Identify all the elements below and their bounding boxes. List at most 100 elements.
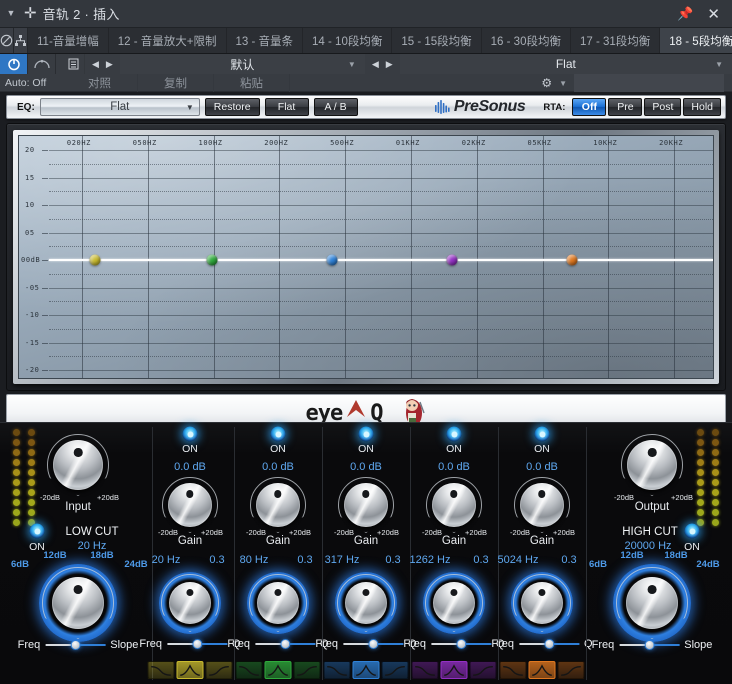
tab-12[interactable]: 12 - 音量放大+限制 (108, 28, 227, 53)
band-4-shape-bell[interactable] (440, 661, 468, 679)
high-cut-mode-slider[interactable]: Freq Slope (592, 639, 713, 651)
ab-button[interactable]: A / B (313, 98, 358, 116)
band-3-shape-bell[interactable] (352, 661, 380, 679)
tab-11[interactable]: 11-音量增幅 (28, 28, 109, 53)
rta-off-button[interactable]: Off (572, 98, 607, 116)
band-1-shape-high-shelf[interactable] (205, 661, 233, 679)
band-3-shape-low-shelf[interactable] (323, 661, 351, 679)
band-1-mode-slider[interactable]: Freq Q (139, 638, 240, 650)
band-3-on-button[interactable] (358, 426, 374, 442)
band-3-mode-slider[interactable]: Freq Q (315, 638, 416, 650)
led-segment (13, 479, 21, 486)
band-2-gain-knob[interactable] (256, 483, 300, 527)
window-title: 音轨 2 · 插入 (42, 7, 120, 22)
band-4-on-button[interactable] (446, 426, 462, 442)
band-1-gain-knob[interactable] (168, 483, 212, 527)
slider-track-right (653, 644, 680, 646)
led-segment (711, 459, 719, 466)
tab-17[interactable]: 17 - 31段均衡 (570, 28, 661, 53)
band-4-gain-knob[interactable] (432, 483, 476, 527)
eq-band-handle-3[interactable] (326, 254, 338, 266)
automation-arc-icon[interactable] (28, 54, 56, 74)
output-knob[interactable] (627, 440, 677, 490)
band-4-shape-low-shelf[interactable] (411, 661, 439, 679)
band-1-shape-bell[interactable] (176, 661, 204, 679)
band-4-shape-buttons (411, 661, 497, 679)
band-1-on-button[interactable] (182, 426, 198, 442)
high-cut-knob[interactable] (626, 577, 678, 629)
low-cut-knob[interactable] (52, 577, 104, 629)
paste-button[interactable]: 粘贴 (214, 74, 290, 92)
copy-button[interactable]: 复制 (138, 74, 214, 92)
band-2-mode-slider[interactable]: Freq Q (227, 638, 328, 650)
slider-track-right (79, 644, 106, 646)
input-knob[interactable] (53, 440, 103, 490)
eq-curve-display[interactable]: 020HZ 050HZ 100HZ 200HZ 500HZ 01KHZ 02KHZ 05KHZ… (18, 135, 714, 379)
band-5-shape-low-shelf[interactable] (499, 661, 527, 679)
tab-15[interactable]: 15 - 15段均衡 (392, 28, 482, 53)
band-3-freq-knob[interactable] (345, 582, 387, 624)
routing-icon[interactable] (14, 28, 28, 53)
eq-preset-dropdown[interactable]: Flat ▼ (39, 98, 200, 116)
band-5-mode-slider[interactable]: Freq Q (491, 638, 592, 650)
band-5-on-button[interactable] (534, 426, 550, 442)
input-max-label: +20dB (97, 493, 119, 502)
rta-pre-button[interactable]: Pre (608, 98, 643, 116)
automation-state[interactable]: Auto: Off (0, 74, 62, 92)
list-icon[interactable] (63, 54, 85, 74)
low-cut-mode-slider[interactable]: Freq Slope (18, 639, 139, 651)
band-1-shape-low-shelf[interactable] (147, 661, 175, 679)
program-prev-icon[interactable]: ◀ (372, 59, 379, 70)
compare-button[interactable]: 对照 (62, 74, 138, 92)
db-axis-label: 10 (25, 201, 35, 209)
slider-label-left: Freq (591, 639, 615, 651)
eq-band-handle-5[interactable] (566, 254, 578, 266)
gear-icon[interactable]: ⚙ (541, 76, 552, 90)
band-2-shape-high-shelf[interactable] (293, 661, 321, 679)
low-cut-on-button[interactable] (29, 523, 45, 539)
program-dropdown[interactable]: Flat ▼ (399, 54, 732, 74)
bypass-circle-icon[interactable] (0, 28, 14, 53)
chevron-down-icon[interactable]: ▼ (0, 9, 22, 18)
band-2-on-button[interactable] (270, 426, 286, 442)
tab-18-selected[interactable]: 18 - 5段均衡 (660, 28, 732, 53)
preset-dropdown[interactable]: 默认 ▼ (119, 54, 365, 74)
led-segment (697, 469, 705, 476)
restore-button[interactable]: Restore (204, 98, 260, 116)
rta-post-button[interactable]: Post (644, 98, 682, 116)
band-2-shape-low-shelf[interactable] (235, 661, 263, 679)
db-axis-tick (42, 287, 48, 289)
program-next-icon[interactable]: ▶ (386, 59, 393, 70)
next-triangle-icon[interactable]: ▶ (106, 59, 113, 70)
band-2-freq-knob[interactable] (257, 582, 299, 624)
pin-icon[interactable]: 📌 (677, 6, 693, 22)
tab-16[interactable]: 16 - 30段均衡 (481, 28, 571, 53)
flat-button[interactable]: Flat (264, 98, 309, 116)
eq-band-handle-4[interactable] (446, 254, 458, 266)
band-4-freq-knob[interactable] (433, 582, 475, 624)
power-icon[interactable] (0, 54, 28, 74)
plus-icon[interactable]: ✛ (22, 4, 43, 24)
band-1-freq-knob[interactable] (169, 582, 211, 624)
led-segment (697, 489, 705, 496)
band-3-gain-knob[interactable] (344, 483, 388, 527)
band-4-shape-high-shelf[interactable] (469, 661, 497, 679)
band-5-shape-high-shelf[interactable] (557, 661, 585, 679)
db-minor-gridline (49, 273, 713, 275)
rta-hold-button[interactable]: Hold (683, 98, 721, 116)
close-icon[interactable]: ✕ (707, 5, 720, 23)
band-2-shape-bell[interactable] (264, 661, 292, 679)
eq-band-handle-1[interactable] (89, 254, 101, 266)
tab-13[interactable]: 13 - 音量条 (226, 28, 304, 53)
tab-14[interactable]: 14 - 10段均衡 (303, 28, 393, 53)
led-segment (27, 469, 35, 476)
band-5-gain-knob[interactable] (520, 483, 564, 527)
eq-band-handle-2[interactable] (206, 254, 218, 266)
band-3-shape-high-shelf[interactable] (381, 661, 409, 679)
prev-triangle-icon[interactable]: ◀ (92, 59, 99, 70)
band-5-shape-bell[interactable] (528, 661, 556, 679)
band-5-freq-knob[interactable] (521, 582, 563, 624)
gear-chevron-down-icon[interactable]: ▼ (559, 79, 567, 88)
high-cut-on-button[interactable] (684, 523, 700, 539)
band-4-mode-slider[interactable]: Freq Q (403, 638, 504, 650)
